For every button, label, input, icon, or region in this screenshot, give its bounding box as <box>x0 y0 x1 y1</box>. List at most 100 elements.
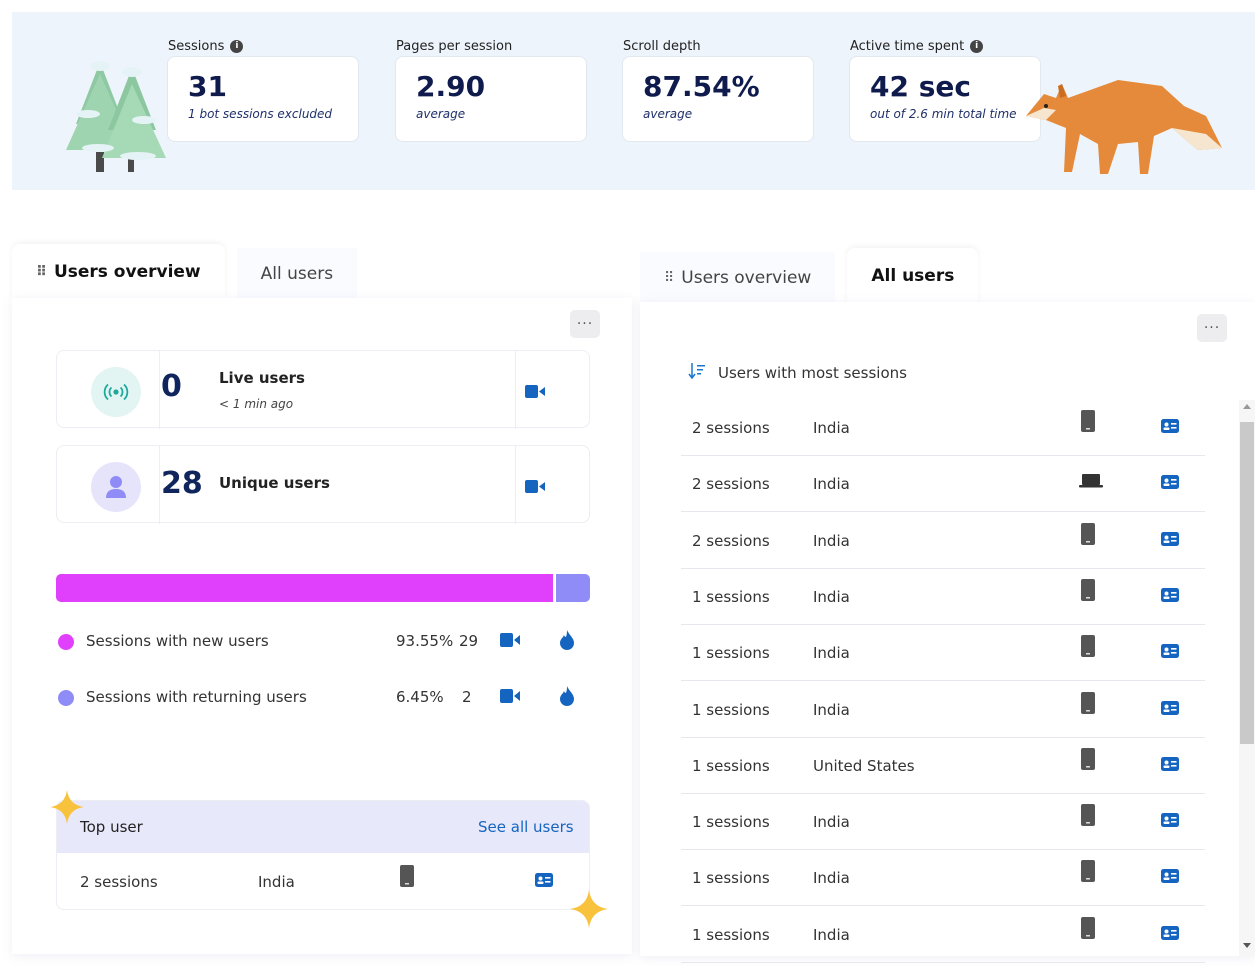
live-users-count: 0 <box>161 369 182 404</box>
scroll-up-arrow-icon[interactable] <box>1243 404 1251 409</box>
metric-active-time: Active time spent i 42 sec out of 2.6 min… <box>849 36 1041 142</box>
metric-value: 42 sec <box>870 70 971 103</box>
top-user-card: Top user See all users 2 sessions India <box>56 800 590 910</box>
metric-value: 31 <box>188 70 227 103</box>
sparkle-icon <box>570 890 608 928</box>
metric-pages-per-session: Pages per session 2.90 average <box>395 36 587 142</box>
metric-sub: average <box>643 107 693 121</box>
metrics-banner: Sessions i 31 1 bot sessions excluded Pag… <box>12 12 1255 190</box>
user-sessions: 1 sessions <box>692 756 770 775</box>
video-camera-icon[interactable] <box>500 633 520 647</box>
heatmap-flame-icon[interactable] <box>559 630 575 650</box>
new-users-bar-segment[interactable] <box>56 574 553 602</box>
user-profile-card-icon[interactable] <box>1161 419 1179 437</box>
user-row[interactable]: 1 sessions India <box>681 907 1205 963</box>
user-profile-card-icon[interactable] <box>1161 587 1179 606</box>
returning-users-bar-segment[interactable] <box>555 574 590 602</box>
info-icon[interactable]: i <box>230 39 244 53</box>
metric-scroll-depth: Scroll depth 87.54% average <box>622 36 814 142</box>
mobile-icon <box>400 865 414 887</box>
user-row[interactable]: 1 sessions India <box>681 794 1205 851</box>
scroll-thumb[interactable] <box>1240 422 1254 744</box>
tab-users-overview[interactable]: ⠿ Users overview <box>640 252 836 304</box>
user-profile-card-icon[interactable] <box>1161 813 1179 831</box>
mobile-icon <box>1081 578 1095 605</box>
user-country: India <box>813 925 850 944</box>
scroll-down-arrow-icon[interactable] <box>1243 943 1251 948</box>
video-camera-icon[interactable] <box>500 689 520 703</box>
live-users-sub: < 1 min ago <box>219 397 294 411</box>
metric-sub: 1 bot sessions excluded <box>188 107 333 121</box>
top-user-title: Top user <box>80 818 143 836</box>
new-vs-returning-bar <box>56 574 590 602</box>
user-profile-card-icon[interactable] <box>1161 756 1179 775</box>
list-title: Users with most sessions <box>718 364 907 382</box>
user-row[interactable]: 1 sessions India <box>681 569 1205 625</box>
user-profile-card-icon[interactable] <box>1161 700 1179 719</box>
metric-label: Active time spent <box>850 38 965 54</box>
more-options-button[interactable]: ··· <box>1197 314 1227 342</box>
user-sessions: 1 sessions <box>692 587 770 606</box>
more-options-button[interactable]: ··· <box>570 310 600 338</box>
top-user-country: India <box>258 873 295 891</box>
user-row[interactable]: 1 sessions India <box>681 682 1205 738</box>
legend-label: Sessions with returning users <box>86 688 307 706</box>
user-country: India <box>813 475 850 494</box>
user-sessions: 1 sessions <box>692 869 770 888</box>
sort-header[interactable]: Users with most sessions <box>688 362 907 384</box>
info-icon[interactable]: i <box>970 39 984 53</box>
divider <box>159 446 160 524</box>
user-profile-card-icon[interactable] <box>1161 925 1179 944</box>
user-row[interactable]: 2 sessions India <box>681 400 1205 456</box>
tab-label: Users overview <box>53 262 201 282</box>
video-camera-icon[interactable] <box>525 385 545 398</box>
user-country: India <box>813 419 850 437</box>
drag-handle-icon[interactable]: ⠿ <box>664 270 674 286</box>
metric-card: 42 sec out of 2.6 min total time <box>849 56 1041 142</box>
users-overview-panel: ··· 0 Live users < 1 min ago 28 Unique u… <box>12 298 632 954</box>
mobile-icon <box>1081 804 1095 830</box>
sparkle-icon <box>50 790 84 824</box>
user-profile-card-icon[interactable] <box>1161 531 1179 550</box>
legend-dot <box>58 634 74 650</box>
legend-dot <box>58 690 74 706</box>
tab-all-users[interactable]: All users <box>236 248 358 300</box>
drag-handle-icon[interactable]: ⠿ <box>36 264 47 280</box>
see-all-users-link[interactable]: See all users <box>478 818 574 836</box>
laptop-icon <box>1079 468 1103 494</box>
right-tab-bar: ⠿ Users overview All users <box>640 248 979 304</box>
tab-label: Users overview <box>681 268 812 288</box>
user-country: India <box>813 531 850 550</box>
user-sessions: 1 sessions <box>692 813 770 832</box>
user-profile-card-icon[interactable] <box>1161 644 1179 662</box>
tab-label: All users <box>260 264 334 284</box>
legend-row-new-users: Sessions with new users 93.55% 29 <box>58 630 578 654</box>
legend-count: 2 <box>462 688 472 706</box>
user-row[interactable]: 2 sessions India <box>681 456 1205 513</box>
user-row[interactable]: 1 sessions India <box>681 625 1205 682</box>
user-row[interactable]: 1 sessions United States <box>681 738 1205 794</box>
list-scrollbar[interactable] <box>1239 400 1255 956</box>
user-country: India <box>813 700 850 719</box>
user-country: India <box>813 869 850 888</box>
mobile-icon <box>1081 916 1095 943</box>
tab-users-overview[interactable]: ⠿ Users overview <box>12 244 225 300</box>
user-profile-card-icon[interactable] <box>1161 869 1179 887</box>
user-row[interactable]: 2 sessions India <box>681 513 1205 569</box>
tree-illustration-icon <box>66 61 166 172</box>
heatmap-flame-icon[interactable] <box>559 686 575 706</box>
user-row[interactable]: 1 sessions India <box>681 850 1205 907</box>
legend-count: 29 <box>459 632 479 650</box>
mobile-icon <box>1081 691 1095 718</box>
video-camera-icon[interactable] <box>525 480 545 493</box>
user-profile-card-icon[interactable] <box>1161 475 1179 493</box>
sort-descending-icon[interactable] <box>688 362 706 384</box>
legend-row-returning-users: Sessions with returning users 6.45% 2 <box>58 686 578 710</box>
user-profile-card-icon[interactable] <box>535 873 553 887</box>
tab-all-users[interactable]: All users <box>847 248 979 304</box>
metric-value: 2.90 <box>416 70 486 103</box>
user-country: India <box>813 644 850 663</box>
metric-value: 87.54% <box>643 70 760 103</box>
unique-users-label: Unique users <box>219 474 330 492</box>
divider <box>515 446 516 524</box>
